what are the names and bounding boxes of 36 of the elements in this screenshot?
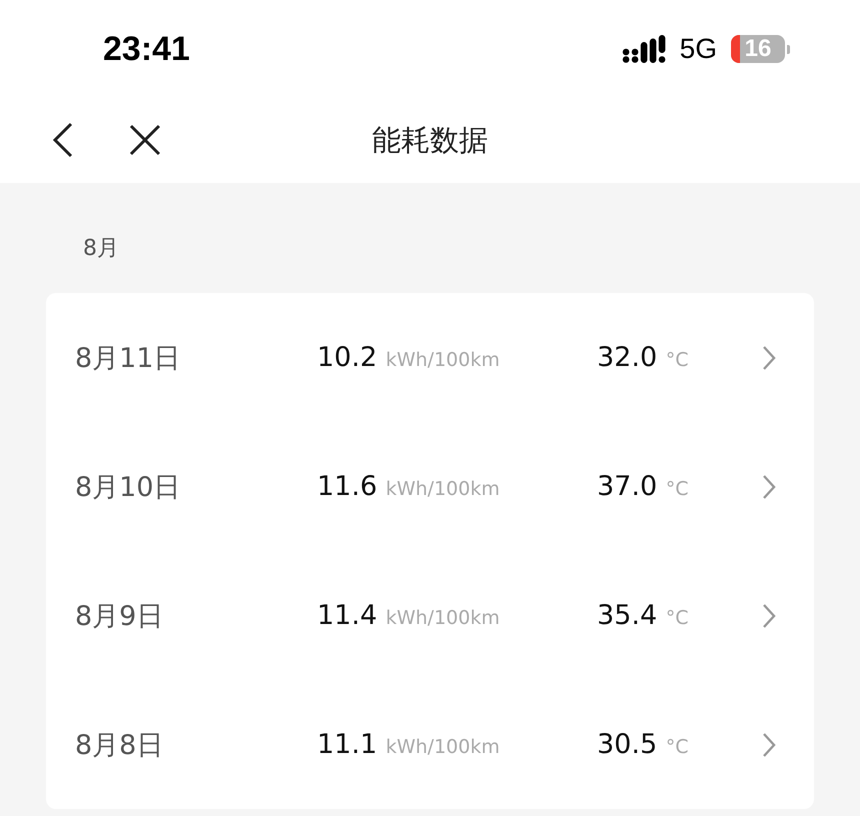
temperature-value: 32.0	[597, 342, 658, 373]
signal-icon	[622, 35, 666, 63]
page-title: 能耗数据	[372, 122, 488, 158]
chevron-icon	[762, 474, 776, 500]
consumption-unit: kWh/100km	[386, 736, 500, 758]
battery-percent: 16	[744, 35, 772, 63]
status-time: 23:41	[103, 30, 190, 68]
month-heading: 8月	[82, 235, 120, 263]
temperature-unit: °C	[666, 349, 688, 371]
data-row[interactable]: 8月11日 10.2 kWh/100km 32.0 °C	[46, 293, 814, 422]
date-label: 8月10日	[75, 470, 182, 504]
data-row[interactable]: 8月10日 11.6 kWh/100km 37.0 °C	[46, 422, 814, 551]
temperature-value: 35.4	[597, 600, 658, 631]
temperature-unit: °C	[666, 607, 688, 629]
temperature-unit: °C	[666, 478, 688, 500]
consumption-value: 11.4	[317, 600, 378, 631]
consumption-value: 11.6	[317, 471, 378, 502]
temperature-value: 30.5	[597, 729, 658, 760]
chevron-icon	[762, 602, 776, 628]
date-label: 8月9日	[75, 600, 164, 634]
date-label: 8月8日	[75, 728, 164, 762]
data-row[interactable]: 8月8日 11.1 kWh/100km 30.5 °C	[46, 680, 814, 809]
network-label: 5G	[680, 33, 717, 65]
consumption-unit: kWh/100km	[386, 478, 500, 500]
consumption-unit: kWh/100km	[386, 349, 500, 371]
consumption-unit: kWh/100km	[386, 607, 500, 629]
temperature-unit: °C	[666, 736, 688, 758]
consumption-value: 11.1	[317, 729, 378, 760]
chevron-icon	[762, 344, 776, 370]
consumption-value: 10.2	[317, 342, 378, 373]
chevron-icon	[762, 732, 776, 758]
temperature-value: 37.0	[597, 471, 658, 502]
date-label: 8月11日	[75, 342, 182, 376]
close-icon[interactable]	[129, 124, 161, 156]
data-row[interactable]: 8月9日 11.4 kWh/100km 35.4 °C	[46, 551, 814, 680]
back-icon[interactable]	[52, 122, 74, 158]
